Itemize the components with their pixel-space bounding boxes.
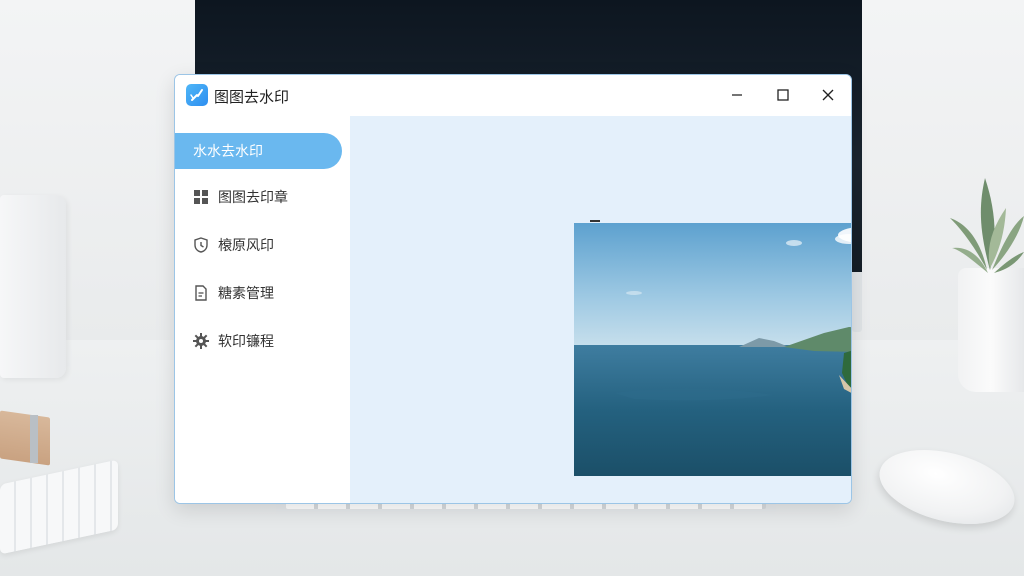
app-window: 图图去水印 水水去水印 图图去印章 榱原风印 糖素管理 软印镰程 [174, 74, 852, 504]
sidebar-item-third[interactable]: 榱原风印 [175, 227, 342, 263]
sidebar-item-label: 软印镰程 [218, 334, 274, 350]
sidebar-item-remove-watermark[interactable]: 水水去水印 [175, 133, 342, 169]
sidebar-item-label: 榱原风印 [218, 238, 274, 254]
plant-pot [958, 268, 1024, 392]
book-strap [30, 415, 38, 463]
maximize-button[interactable] [761, 79, 805, 111]
main-content-area [350, 116, 851, 503]
app-title: 图图去水印 [214, 88, 290, 106]
background-book [0, 410, 50, 466]
sidebar-item-label: 糖素管理 [218, 286, 274, 302]
close-button[interactable] [806, 79, 850, 111]
sidebar-item-label: 水水去水印 [193, 144, 263, 160]
maximize-icon [777, 89, 789, 101]
background-speaker [0, 195, 66, 378]
grid-icon [193, 189, 209, 205]
document-icon [193, 285, 209, 301]
title-bar[interactable]: 图图去水印 [175, 75, 851, 116]
sidebar-item-settings[interactable]: 软印镰程 [175, 323, 342, 359]
succulent-plant [950, 178, 1024, 273]
close-icon [822, 89, 834, 101]
shield-clock-icon [193, 237, 209, 253]
image-preview[interactable] [574, 223, 852, 476]
sidebar-item-label: 图图去印章 [218, 190, 288, 206]
sidebar-item-fourth[interactable]: 糖素管理 [175, 275, 342, 311]
monitor-edge [852, 272, 862, 332]
text-cursor [590, 220, 600, 222]
brush-logo-icon [186, 84, 208, 106]
gear-icon [193, 333, 209, 349]
sidebar: 水水去水印 图图去印章 榱原风印 糖素管理 软印镰程 [175, 116, 350, 503]
sidebar-item-remove-stamp[interactable]: 图图去印章 [175, 179, 342, 215]
minimize-icon [732, 94, 742, 96]
minimize-button[interactable] [715, 79, 759, 111]
